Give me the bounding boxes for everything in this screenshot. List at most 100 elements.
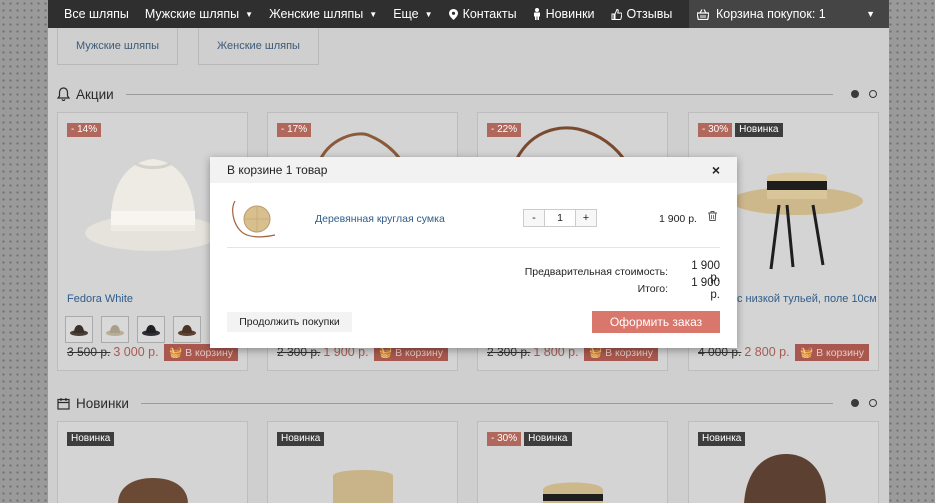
- nav-label: Все шляпы: [64, 7, 129, 21]
- section-header-promo: Акции: [57, 84, 877, 104]
- product-image: [118, 478, 188, 503]
- basket-icon: 🧺: [169, 347, 183, 359]
- background-pattern-right: [887, 0, 935, 503]
- nav-item-all-hats[interactable]: Все шляпы: [48, 0, 137, 28]
- new-badge: Новинка: [67, 432, 115, 446]
- section-header-new: Новинки: [57, 393, 877, 413]
- badges: - 30% Новинка: [698, 123, 783, 137]
- product-card[interactable]: Новинка: [57, 421, 248, 503]
- cart-item-price: 1 900 р.: [659, 213, 697, 225]
- product-image: [543, 482, 603, 503]
- modal-title: В корзине 1 товар: [227, 163, 328, 177]
- nav-item-more[interactable]: Еще ▼: [385, 0, 440, 28]
- basket-icon: 🧺: [800, 347, 814, 359]
- product-image: [744, 454, 826, 503]
- product-name[interactable]: с низкой тульей, поле 10см: [737, 293, 877, 305]
- cart-item: Деревянная круглая сумка - 1 + 1 900 р.: [227, 191, 720, 248]
- basket-icon: [697, 8, 709, 20]
- new-badge: Новинка: [524, 432, 572, 446]
- swatch[interactable]: [65, 316, 93, 343]
- add-to-cart-label: В корзину: [816, 346, 864, 359]
- subcategory-mens-hats[interactable]: Мужские шляпы: [57, 28, 178, 65]
- background-pattern-left: [0, 0, 48, 503]
- decrease-button[interactable]: -: [524, 210, 544, 226]
- discount-badge: - 30%: [487, 432, 522, 446]
- quantity-stepper: - 1 +: [523, 209, 597, 227]
- current-price: 3 000 р.: [113, 345, 159, 359]
- nav-label: Женские шляпы: [269, 7, 364, 21]
- nav-item-reviews[interactable]: Отзывы: [603, 0, 681, 28]
- top-navigation: Все шляпы Мужские шляпы ▼ Женские шляпы ▼ …: [48, 0, 889, 28]
- modal-header: В корзине 1 товар ×: [210, 157, 737, 183]
- nav-item-womens-hats[interactable]: Женские шляпы ▼: [261, 0, 385, 28]
- discount-badge: - 22%: [487, 123, 522, 137]
- nav-label: Мужские шляпы: [144, 7, 240, 21]
- nav-label: Контакты: [462, 7, 517, 21]
- badges: - 14%: [67, 123, 102, 137]
- subcategory-womens-hats[interactable]: Женские шляпы: [198, 28, 319, 65]
- nav-item-contacts[interactable]: Контакты: [441, 0, 525, 28]
- product-card[interactable]: Новинка: [267, 421, 458, 503]
- carousel-dot[interactable]: [869, 399, 877, 407]
- old-price: 3 500 р.: [67, 345, 111, 359]
- carousel-dot-active[interactable]: [851, 399, 859, 407]
- add-to-cart-label: В корзину: [185, 346, 233, 359]
- product-image: [333, 470, 393, 503]
- badges: - 30% Новинка: [487, 432, 572, 446]
- section-divider: [125, 93, 833, 95]
- increase-button[interactable]: +: [576, 210, 596, 226]
- product-prices: 3 500 р. 3 000 р.: [67, 345, 159, 359]
- carousel-dot[interactable]: [869, 90, 877, 98]
- badges: Новинка: [277, 432, 325, 446]
- swatch[interactable]: [101, 316, 129, 343]
- cart-item-name[interactable]: Деревянная круглая сумка: [315, 213, 445, 225]
- nav-item-new[interactable]: Новинки: [525, 0, 603, 28]
- chevron-down-icon: ▼: [369, 9, 378, 19]
- discount-badge: - 17%: [277, 123, 312, 137]
- product-card[interactable]: Новинка: [688, 421, 879, 503]
- product-card[interactable]: - 30% Новинка: [477, 421, 668, 503]
- total-label: Итого:: [637, 283, 668, 295]
- badges: Новинка: [67, 432, 115, 446]
- product-image: [85, 159, 221, 251]
- add-to-cart-button[interactable]: 🧺 В корзину: [795, 344, 869, 361]
- new-badge: Новинка: [735, 123, 783, 137]
- calendar-icon: [57, 397, 70, 410]
- add-to-cart-label: В корзину: [395, 346, 443, 359]
- badges: Новинка: [698, 432, 746, 446]
- section-title: Акции: [76, 86, 114, 102]
- cart-label: Корзина покупок: 1: [716, 7, 826, 21]
- discount-badge: - 30%: [698, 123, 733, 137]
- swatch[interactable]: [137, 316, 165, 343]
- continue-shopping-button[interactable]: Продолжить покупки: [227, 312, 352, 332]
- cart-dropdown[interactable]: Корзина покупок: 1 ▼: [689, 0, 889, 28]
- quantity-input[interactable]: 1: [544, 210, 576, 226]
- person-icon: [533, 8, 540, 20]
- nav-item-mens-hats[interactable]: Мужские шляпы ▼: [137, 0, 261, 28]
- section-divider: [140, 402, 833, 404]
- chevron-down-icon: ▼: [866, 9, 875, 19]
- cart-modal: В корзине 1 товар × Деревянная круглая с…: [210, 157, 737, 348]
- nav-label: Еще: [393, 7, 419, 21]
- map-pin-icon: [448, 8, 458, 20]
- new-badge: Новинка: [698, 432, 746, 446]
- color-swatches: [65, 316, 201, 343]
- carousel-dot-active[interactable]: [851, 90, 859, 98]
- total-value: 1 900 р.: [691, 277, 720, 301]
- chevron-down-icon: ▼: [245, 9, 254, 19]
- add-to-cart-label: В корзину: [605, 346, 653, 359]
- bell-icon: [57, 87, 70, 101]
- discount-badge: - 14%: [67, 123, 102, 137]
- product-name[interactable]: Fedora White: [67, 293, 133, 305]
- nav-label: Новинки: [545, 7, 595, 21]
- chevron-down-icon: ▼: [424, 9, 433, 19]
- swatch[interactable]: [173, 316, 201, 343]
- current-price: 2 800 р.: [744, 345, 790, 359]
- checkout-button[interactable]: Оформить заказ: [592, 311, 720, 333]
- thumbs-up-icon: [611, 8, 622, 20]
- nav-label: Отзывы: [626, 7, 673, 21]
- total-row: Итого: 1 900 р.: [638, 277, 720, 301]
- trash-icon[interactable]: [708, 211, 717, 221]
- subcategory-label: Мужские шляпы: [76, 40, 159, 52]
- close-icon[interactable]: ×: [712, 162, 720, 178]
